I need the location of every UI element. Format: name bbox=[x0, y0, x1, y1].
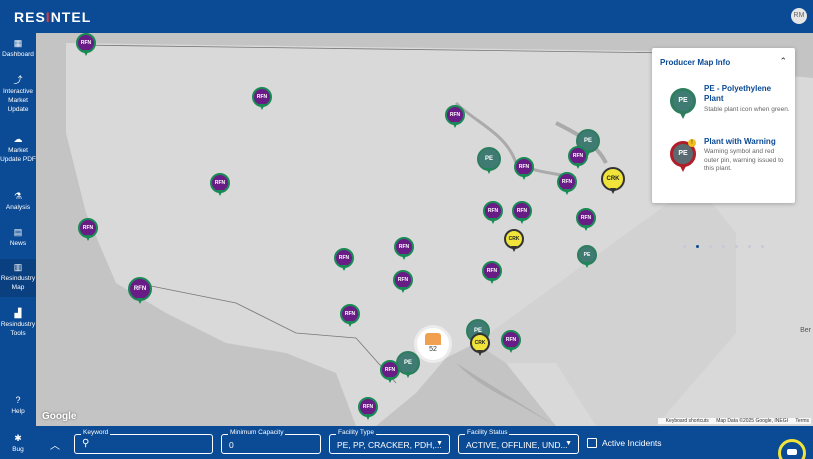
map-icon: ▥ bbox=[13, 262, 23, 272]
facility-pin[interactable]: RFN bbox=[210, 173, 230, 197]
filter-bar: ︿ Keyword ⚲ Minimum Capacity 0 Facility … bbox=[36, 426, 813, 459]
google-logo: Google bbox=[42, 411, 77, 422]
facility-pin[interactable]: RFN bbox=[576, 208, 596, 232]
keyword-field[interactable]: Keyword ⚲ bbox=[74, 429, 213, 454]
active-incidents-checkbox[interactable] bbox=[587, 438, 597, 448]
facility-pin[interactable]: RFN bbox=[483, 201, 503, 225]
avatar[interactable]: RM bbox=[791, 8, 807, 24]
map-data-text: Map Data ©2025 Google, INEGI bbox=[716, 418, 788, 424]
terms-link[interactable]: Terms bbox=[795, 418, 809, 424]
legend-pe-pin: PE bbox=[670, 88, 696, 120]
facility-pin[interactable]: RFN bbox=[128, 277, 152, 305]
legend-warning-pin: PE ! bbox=[670, 139, 696, 173]
factory-icon bbox=[425, 333, 441, 345]
caret-down-icon: ▼ bbox=[436, 440, 443, 447]
facility-pin[interactable]: RFN bbox=[340, 304, 360, 328]
sidebar-item-dashboard[interactable]: ▦ Dashboard bbox=[0, 38, 36, 59]
facility-pin[interactable]: RFN bbox=[514, 157, 534, 181]
chatbot-button[interactable] bbox=[778, 439, 806, 459]
chart-icon: ⤴ bbox=[13, 75, 23, 85]
sidebar-item-resindustry-tools[interactable]: ▟ Resindustry Tools bbox=[0, 308, 36, 338]
sidebar-item-market-update-pdf[interactable]: ☁ Market Update PDF bbox=[0, 134, 36, 164]
app-logo[interactable]: RESINTEL bbox=[14, 9, 91, 25]
facility-pin[interactable]: RFN bbox=[393, 270, 413, 294]
carousel-dot[interactable] bbox=[761, 245, 764, 248]
chevron-up-icon[interactable]: ⌃ bbox=[779, 56, 787, 67]
facility-pin[interactable]: PE bbox=[477, 147, 501, 175]
facility-cluster[interactable]: 52 bbox=[417, 328, 449, 360]
carousel-dot[interactable] bbox=[683, 245, 686, 248]
facility-pin[interactable]: RFN bbox=[78, 218, 98, 242]
news-icon: ▤ bbox=[13, 227, 23, 237]
dashboard-icon: ▦ bbox=[13, 38, 23, 48]
top-bar: RESINTEL RM bbox=[0, 0, 813, 33]
sidebar-item-resindustry-map[interactable]: ▥ Resindustry Map bbox=[0, 259, 36, 297]
legend-warning-desc: Warning symbol and red outer pin, warnin… bbox=[704, 148, 784, 172]
search-icon: ⚲ bbox=[82, 438, 90, 449]
facility-pin[interactable]: RFN bbox=[394, 237, 414, 261]
map-edge-label: Ber bbox=[800, 327, 811, 334]
help-icon: ? bbox=[15, 395, 21, 405]
sidebar-item-interactive-market-update[interactable]: ⤴ Interactive Market Update bbox=[0, 75, 36, 114]
facility-pin[interactable]: CRK bbox=[504, 229, 524, 253]
facility-pin[interactable]: RFN bbox=[380, 360, 400, 384]
carousel-dot[interactable] bbox=[748, 245, 751, 248]
flask-icon: ⚗ bbox=[13, 191, 23, 201]
facility-pin[interactable]: RFN bbox=[76, 33, 96, 57]
facility-pin[interactable]: RFN bbox=[334, 248, 354, 272]
facility-status-select[interactable]: Facility Status ACTIVE, OFFLINE, UND... … bbox=[458, 429, 579, 454]
facility-pin[interactable]: RFN bbox=[482, 261, 502, 285]
info-panel-title: Producer Map Info bbox=[660, 58, 731, 67]
chevron-up-icon[interactable]: ︿ bbox=[50, 437, 60, 452]
map-attribution: Keyboard shortcuts Map Data ©2025 Google… bbox=[657, 418, 811, 424]
legend-pe-title: PE - Polyethylene Plant bbox=[704, 84, 772, 103]
minimum-capacity-field[interactable]: Minimum Capacity 0 bbox=[221, 429, 321, 454]
sidebar-item-help[interactable]: ? Help bbox=[0, 395, 36, 416]
facility-pin[interactable]: RFN bbox=[358, 397, 378, 421]
active-incidents-label: Active Incidents bbox=[602, 438, 662, 448]
facility-pin[interactable]: RFN bbox=[252, 87, 272, 111]
facility-pin[interactable]: RFN bbox=[501, 330, 521, 354]
facility-pin[interactable]: CRK bbox=[470, 333, 490, 357]
legend-pe-desc: Stable plant icon when green. bbox=[704, 106, 790, 113]
robot-icon bbox=[787, 449, 797, 455]
keyboard-shortcuts-link[interactable]: Keyboard shortcuts bbox=[666, 418, 709, 424]
carousel-dot[interactable] bbox=[722, 245, 725, 248]
sidebar-item-news[interactable]: ▤ News bbox=[0, 227, 36, 248]
sidebar-item-bug[interactable]: ✱ Bug bbox=[0, 433, 36, 454]
facility-pin[interactable]: PE bbox=[577, 245, 597, 269]
legend-warning-title: Plant with Warning bbox=[704, 137, 776, 146]
pdf-icon: ☁ bbox=[13, 134, 23, 144]
carousel-dots bbox=[652, 235, 795, 253]
tools-icon: ▟ bbox=[14, 308, 22, 318]
carousel-dot[interactable] bbox=[696, 245, 699, 248]
sidebar-item-analysis[interactable]: ⚗ Analysis bbox=[0, 191, 36, 212]
facility-pin[interactable]: CRK bbox=[601, 167, 625, 195]
warning-icon: ! bbox=[688, 139, 696, 147]
carousel-dot[interactable] bbox=[709, 245, 712, 248]
caret-down-icon: ▼ bbox=[565, 440, 572, 447]
sidebar: ▦ Dashboard ⤴ Interactive Market Update … bbox=[0, 33, 36, 459]
facility-pin[interactable]: RFN bbox=[568, 146, 588, 170]
facility-pin[interactable]: RFN bbox=[512, 201, 532, 225]
facility-type-select[interactable]: Facility Type PE, PP, CRACKER, PDH,... ▼ bbox=[329, 429, 450, 454]
facility-pin[interactable]: RFN bbox=[557, 172, 577, 196]
facility-pin[interactable]: RFN bbox=[445, 105, 465, 129]
producer-map-info-panel: Producer Map Info ⌃ PE PE - Polyethylene… bbox=[652, 48, 795, 248]
bug-icon: ✱ bbox=[14, 433, 22, 443]
carousel-dot[interactable] bbox=[735, 245, 738, 248]
